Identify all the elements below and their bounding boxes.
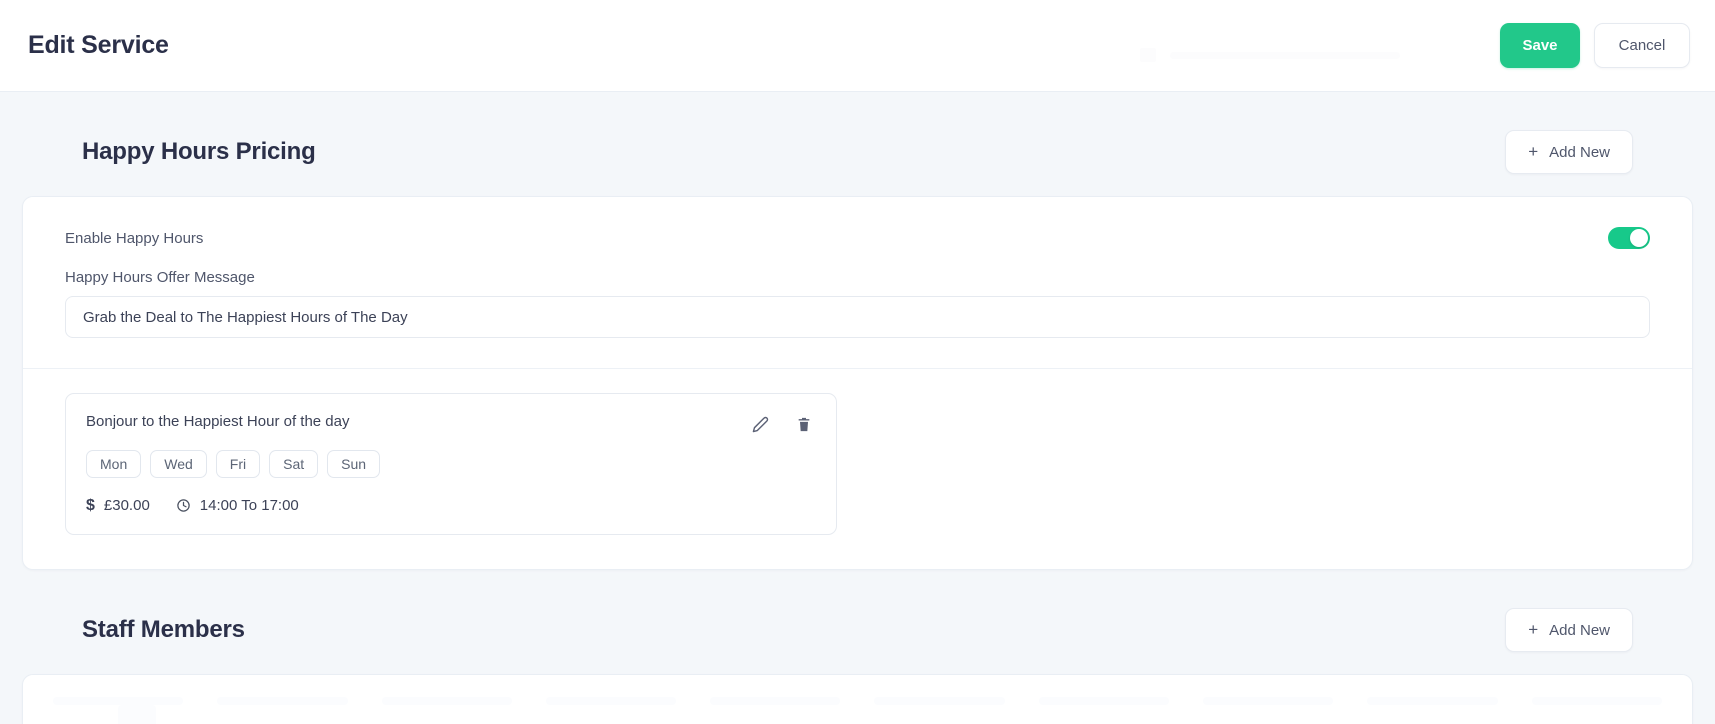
placeholder-cell <box>545 697 677 705</box>
placeholder-cell <box>710 697 841 705</box>
placeholder-cell <box>381 697 512 705</box>
enable-happy-hours-toggle[interactable] <box>1608 227 1650 249</box>
day-chip[interactable]: Wed <box>150 450 207 478</box>
time-range-value: 14:00 To 17:00 <box>199 497 299 514</box>
top-bar: Edit Service Save Cancel <box>0 0 1715 92</box>
time-group: 14:00 To 17:00 <box>176 497 299 514</box>
price-group: $ £30.00 <box>86 497 150 514</box>
day-chip[interactable]: Fri <box>215 450 261 478</box>
content-area: Happy Hours Pricing + Add New Enable Hap… <box>0 92 1715 724</box>
plus-icon: + <box>1528 141 1539 161</box>
happy-hour-entry-header: Bonjour to the Happiest Hour of the day <box>86 412 816 436</box>
day-chip-list: Mon Wed Fri Sat Sun <box>86 450 816 478</box>
placeholder-cell <box>53 697 184 705</box>
enable-happy-hours-label: Enable Happy Hours <box>65 229 204 247</box>
trash-icon <box>796 416 812 433</box>
placeholder-cell <box>1367 697 1498 705</box>
happy-hours-title: Happy Hours Pricing <box>82 138 316 165</box>
delete-happy-hour-button[interactable] <box>792 412 816 436</box>
happy-hour-meta-row: $ £30.00 14:00 To 17:00 <box>86 497 816 514</box>
placeholder-cell <box>874 697 1005 705</box>
plus-icon: + <box>1528 619 1539 639</box>
happy-hours-card: Enable Happy Hours Happy Hours Offer Mes… <box>22 196 1693 570</box>
header-placeholder-block <box>1140 48 1156 62</box>
happy-hours-section-header: Happy Hours Pricing + Add New <box>22 92 1693 196</box>
add-new-happy-hour-label: Add New <box>1549 143 1610 161</box>
happy-hour-entry: Bonjour to the Happiest Hour of the day <box>65 393 837 535</box>
add-new-happy-hour-button[interactable]: + Add New <box>1505 130 1633 174</box>
enable-happy-hours-row: Enable Happy Hours <box>65 221 1650 255</box>
day-chip[interactable]: Mon <box>86 450 142 478</box>
cancel-button[interactable]: Cancel <box>1594 23 1690 68</box>
save-button[interactable]: Save <box>1500 23 1580 68</box>
placeholder-cell <box>1531 697 1662 705</box>
day-chip[interactable]: Sat <box>269 450 319 478</box>
clock-icon <box>176 498 191 513</box>
page-title: Edit Service <box>28 31 169 59</box>
placeholder-cell <box>217 697 348 705</box>
offer-message-input[interactable] <box>65 296 1650 338</box>
happy-hours-settings: Enable Happy Hours Happy Hours Offer Mes… <box>23 197 1692 368</box>
add-new-staff-member-label: Add New <box>1549 621 1610 639</box>
happy-hours-list: Bonjour to the Happiest Hour of the day <box>23 369 1692 569</box>
price-value: £30.00 <box>103 497 150 514</box>
placeholder-cell <box>1203 697 1334 705</box>
offer-message-label: Happy Hours Offer Message <box>65 269 255 286</box>
header-placeholder-line <box>1170 52 1400 59</box>
add-new-staff-member-button[interactable]: + Add New <box>1505 608 1633 652</box>
dollar-icon: $ <box>86 496 95 514</box>
staff-members-title: Staff Members <box>82 616 245 643</box>
staff-members-card <box>22 674 1693 724</box>
staff-avatar-placeholder <box>118 705 156 724</box>
placeholder-cell <box>1038 697 1170 705</box>
staff-members-section-header: Staff Members + Add New <box>22 570 1693 674</box>
pencil-icon <box>752 416 769 433</box>
edit-happy-hour-button[interactable] <box>748 412 772 436</box>
happy-hour-entry-title: Bonjour to the Happiest Hour of the day <box>86 413 350 430</box>
staff-table-placeholder-row <box>53 697 1662 705</box>
toggle-knob <box>1630 229 1648 247</box>
day-chip[interactable]: Sun <box>327 450 381 478</box>
